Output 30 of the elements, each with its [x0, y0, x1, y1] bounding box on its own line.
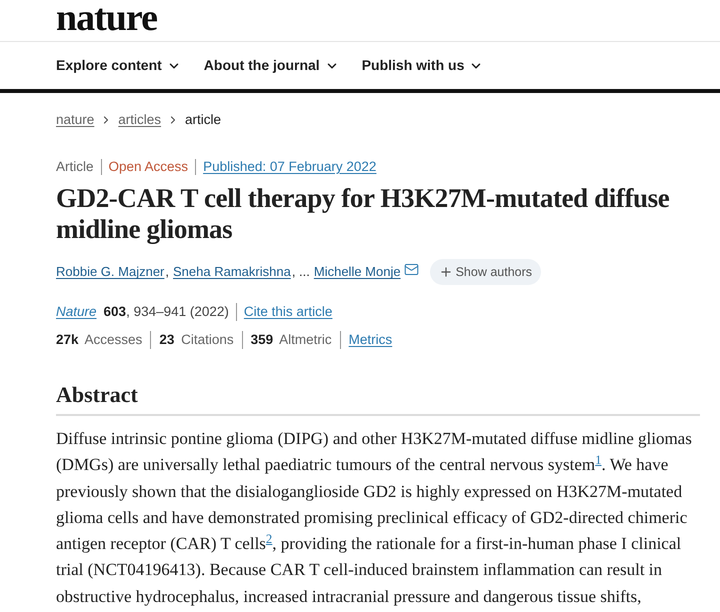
open-access-label: Open Access — [108, 158, 188, 176]
nav-menu-button[interactable]: Publish with us — [362, 55, 484, 76]
article-type: Article — [56, 158, 94, 176]
metrics-link[interactable]: Metrics — [348, 330, 392, 350]
cite-article-link[interactable]: Cite this article — [244, 302, 332, 322]
breadcrumb-link[interactable]: nature — [56, 110, 94, 130]
author-separator: , ... — [292, 263, 310, 282]
author-link[interactable]: Michelle Monje — [314, 262, 401, 282]
breadcrumb-current: article — [185, 111, 222, 129]
plus-icon — [438, 265, 453, 279]
author-separator: , — [165, 263, 170, 282]
nav-menu-button[interactable]: Explore content — [56, 55, 181, 76]
metric-stat: 23 Citations — [159, 331, 234, 349]
reference-link[interactable]: 1 — [595, 452, 602, 467]
citation-details: 603, 934–941 (2022) — [104, 303, 229, 321]
article-title: GD2-CAR T cell therapy for H3K27M-mutated diffuse midline gliomas — [56, 183, 670, 245]
published-date-link[interactable]: Published: 07 February 2022 — [203, 157, 376, 177]
show-authors-button[interactable]: Show authors — [430, 259, 542, 285]
breadcrumb-link[interactable]: articles — [118, 110, 162, 130]
metric-stat: 27k Accesses — [56, 331, 142, 349]
author-link[interactable]: Robbie G. Majzner — [56, 262, 164, 282]
metric-stat: 359 Altmetric — [250, 331, 332, 349]
site-logo[interactable]: nature — [56, 0, 157, 41]
email-icon[interactable] — [404, 262, 419, 276]
abstract-paragraph: Diffuse intrinsic pontine glioma (DIPG) and other H3K27M-mutated diffuse midline gliomas (DMGs) are universally lethal paediatric tumours of the central nervous system$^{1}$. We have previously shown that the disialoganglioside GD2 is highly expressed on H3K27M-mutated glioma cells and have demonstrated promising preclinical efficacy of GD2-directed chimeric antigen receptor (CAR) T cells$^{2}$, providing the rationale for a first-in-human phase I clinical trial (NCT04196413). Because CAR T cell-induced brainstem inflammation can result in obstructive hydrocephalus, increased intracranial pressure and dangerous tissue shifts, — [56, 428, 693, 608]
author-link[interactable]: Sneha Ramakrishna — [173, 262, 291, 282]
abstract-heading: Abstract — [56, 381, 700, 416]
nav-menu-button[interactable]: About the journal — [204, 55, 339, 76]
journal-link[interactable]: Nature — [56, 302, 97, 322]
reference-link[interactable]: 2 — [266, 532, 272, 546]
